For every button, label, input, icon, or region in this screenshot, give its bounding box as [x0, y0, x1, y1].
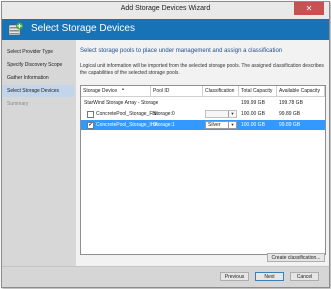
row-checkbox[interactable] — [87, 111, 94, 118]
group-total-capacity: 199.99 GB — [241, 100, 265, 106]
classification-dropdown[interactable]: Silver ▼ — [205, 121, 237, 129]
column-header-storage-device[interactable]: Storage Device ▲ — [81, 86, 151, 97]
row-available-capacity: 99.89 GB — [279, 111, 301, 117]
close-button[interactable]: ✕ — [294, 2, 324, 15]
table-row-selected[interactable]: ✔ ConcretePool_Storage_IHA Storage:1 Sil… — [81, 120, 325, 130]
column-label: Storage Device — [83, 88, 118, 94]
chevron-down-icon: ▼ — [228, 111, 236, 117]
column-header-total-capacity[interactable]: Total Capacity — [239, 86, 277, 97]
title-bar[interactable]: Add Storage Devices Wizard ✕ — [2, 2, 329, 19]
section-description: Logical unit information will be importe… — [80, 63, 324, 76]
classification-value: Silver — [208, 122, 221, 128]
row-checkbox-checked[interactable]: ✔ — [87, 122, 94, 129]
wizard-footer: Previous Next Cancel — [2, 266, 329, 287]
group-available-capacity: 199.78 GB — [279, 100, 303, 106]
row-total-capacity: 100.00 GB — [241, 122, 265, 128]
column-header-classification[interactable]: Classification — [203, 86, 239, 97]
step-specify-discovery-scope[interactable]: Specify Discovery Scope — [2, 59, 74, 71]
wizard-steps-sidebar: Select Provider Type Specify Discovery S… — [2, 40, 76, 266]
step-gather-information[interactable]: Gather Information — [2, 72, 74, 84]
column-header-available-capacity[interactable]: Available Capacity — [277, 86, 325, 97]
step-select-provider-type[interactable]: Select Provider Type — [2, 46, 74, 58]
classification-dropdown[interactable]: ▼ — [205, 110, 237, 118]
storage-add-icon — [8, 22, 23, 36]
row-device-name: ConcretePool_Storage_IHA — [96, 122, 158, 128]
group-device-name: StarWind Storage Array - Storage — [84, 100, 159, 106]
sort-ascending-icon: ▲ — [121, 86, 125, 91]
section-heading: Select storage pools to place under mana… — [80, 48, 283, 54]
cancel-button[interactable]: Cancel — [290, 272, 319, 281]
previous-button[interactable]: Previous — [220, 272, 249, 281]
column-header-pool-id[interactable]: Pool ID — [151, 86, 203, 97]
row-total-capacity: 100.00 GB — [241, 111, 265, 117]
table-group-row[interactable]: StarWind Storage Array - Storage 199.99 … — [81, 98, 325, 108]
table-row[interactable]: ConcretePool_Storage_Flat Storage:0 ▼ 10… — [81, 109, 325, 119]
wizard-header: Select Storage Devices — [2, 19, 329, 40]
storage-pools-table: Storage Device ▲ Pool ID Classification … — [80, 85, 326, 255]
row-pool-id: Storage:0 — [153, 111, 175, 117]
step-summary: Summary — [7, 101, 29, 107]
window-title: Add Storage Devices Wizard — [120, 5, 211, 12]
main-content: Select storage pools to place under mana… — [76, 40, 329, 266]
row-device-name: ConcretePool_Storage_Flat — [96, 111, 158, 117]
page-title: Select Storage Devices — [31, 23, 135, 34]
create-classification-button[interactable]: Create classification... — [267, 253, 325, 262]
step-select-storage-devices[interactable]: Select Storage Devices — [2, 85, 74, 97]
wizard-window: Add Storage Devices Wizard ✕ Select Stor… — [1, 1, 330, 288]
row-available-capacity: 99.89 GB — [279, 122, 301, 128]
next-button[interactable]: Next — [255, 272, 284, 281]
chevron-down-icon: ▼ — [228, 122, 236, 128]
row-pool-id: Storage:1 — [153, 122, 175, 128]
